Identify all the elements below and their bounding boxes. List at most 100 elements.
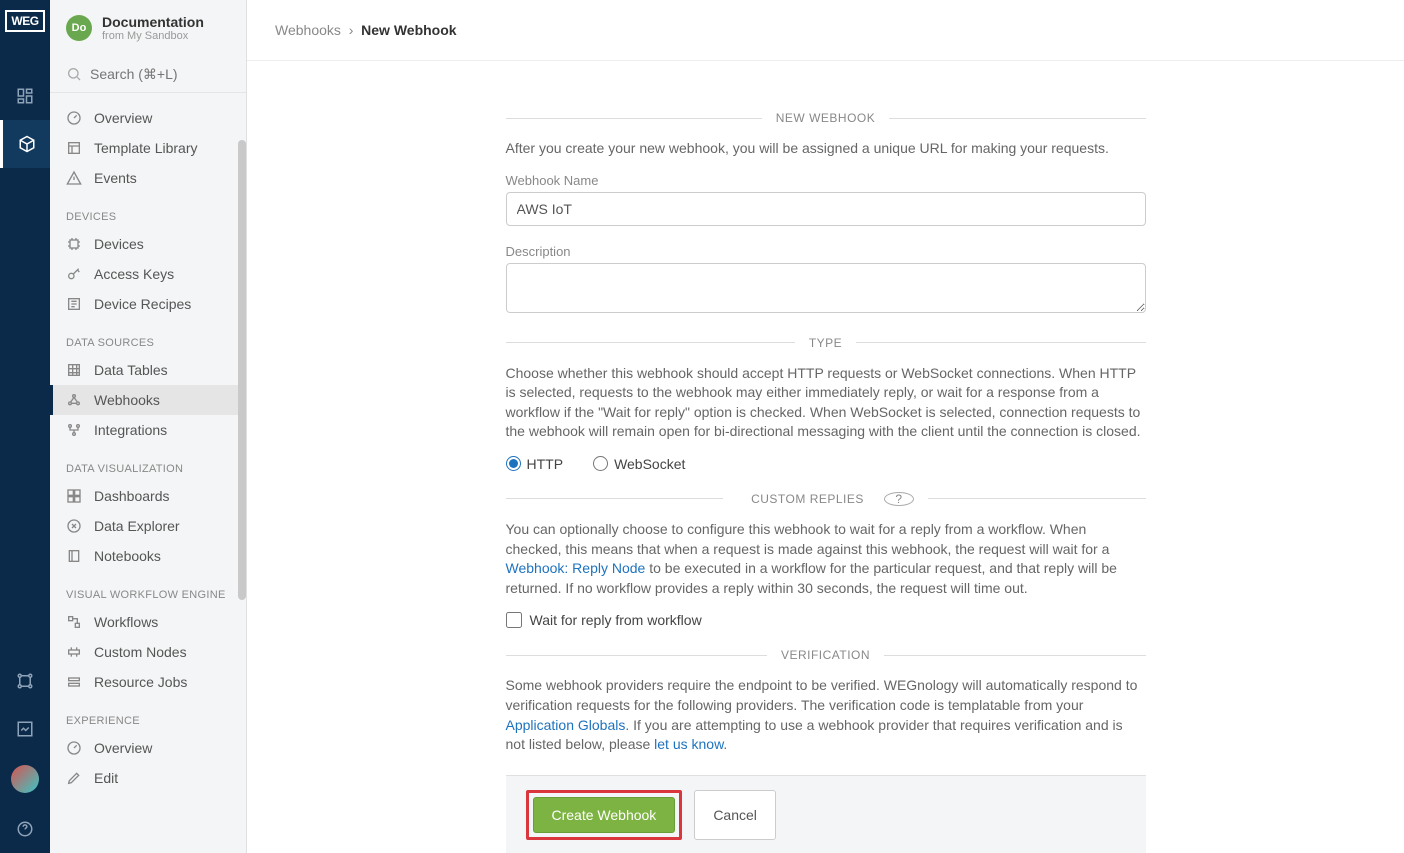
sidebar-item-label: Custom Nodes <box>94 644 187 660</box>
rail-dashboard-icon[interactable] <box>0 72 50 120</box>
sidebar-item-label: Dashboards <box>94 488 170 504</box>
sidebar-header: Do Documentation from My Sandbox <box>50 0 246 56</box>
sidebar-item-resource-jobs[interactable]: Resource Jobs <box>50 667 246 697</box>
app-globals-link[interactable]: Application Globals <box>506 717 626 733</box>
section-workflow: VISUAL WORKFLOW ENGINE <box>50 571 246 607</box>
sidebar-item-dashboards[interactable]: Dashboards <box>50 481 246 511</box>
sidebar-item-label: Overview <box>94 110 152 126</box>
sidebar-item-exp-overview[interactable]: Overview <box>50 733 246 763</box>
jobs-icon <box>66 674 84 690</box>
sidebar-item-workflows[interactable]: Workflows <box>50 607 246 637</box>
sidebar-item-data-tables[interactable]: Data Tables <box>50 355 246 385</box>
chip-icon <box>66 236 84 252</box>
reply-node-link[interactable]: Webhook: Reply Node <box>506 560 646 576</box>
breadcrumb-sep: › <box>349 22 354 38</box>
help-icon[interactable]: ? <box>884 492 914 506</box>
section-experience: EXPERIENCE <box>50 697 246 733</box>
sidebar-item-label: Template Library <box>94 140 198 156</box>
create-webhook-button[interactable]: Create Webhook <box>533 797 676 833</box>
sidebar-item-device-recipes[interactable]: Device Recipes <box>50 289 246 319</box>
search-input[interactable] <box>90 66 230 82</box>
rail-cube-icon[interactable] <box>0 120 50 168</box>
node-icon <box>66 644 84 660</box>
description-textarea[interactable] <box>506 263 1146 313</box>
sidebar-item-template-library[interactable]: Template Library <box>50 133 246 163</box>
custom-replies-desc: You can optionally choose to configure t… <box>506 520 1146 598</box>
rail-chart-icon[interactable] <box>0 705 50 753</box>
rail-user-avatar[interactable] <box>11 765 39 793</box>
sidebar-item-access-keys[interactable]: Access Keys <box>50 259 246 289</box>
rail-workflow-icon[interactable] <box>0 657 50 705</box>
section-data-viz: DATA VISUALIZATION <box>50 445 246 481</box>
warning-icon <box>66 170 84 186</box>
sidebar-item-webhooks[interactable]: Webhooks <box>50 385 246 415</box>
sidebar-item-label: Access Keys <box>94 266 174 282</box>
template-icon <box>66 140 84 156</box>
webhook-name-input[interactable] <box>506 192 1146 226</box>
sidebar-item-events[interactable]: Events <box>50 163 246 193</box>
wait-reply-label: Wait for reply from workflow <box>530 612 702 628</box>
cancel-button[interactable]: Cancel <box>694 790 776 840</box>
dashboard-icon <box>66 488 84 504</box>
main-content: Webhooks › New Webhook NEW WEBHOOK After… <box>247 0 1404 853</box>
recipe-icon <box>66 296 84 312</box>
section-verification: VERIFICATION <box>506 648 1146 662</box>
sidebar-item-devices[interactable]: Devices <box>50 229 246 259</box>
brand-logo: WEG <box>5 10 44 32</box>
sidebar-scrollbar[interactable] <box>238 140 246 600</box>
sidebar-item-overview[interactable]: Overview <box>50 103 246 133</box>
gauge-icon <box>66 740 84 756</box>
radio-http-input[interactable] <box>506 456 521 471</box>
sidebar-item-label: Workflows <box>94 614 158 630</box>
rail-help-icon[interactable] <box>0 805 50 853</box>
edit-icon <box>66 770 84 786</box>
app-title: Documentation <box>102 14 204 30</box>
let-us-know-link[interactable]: let us know <box>654 736 723 752</box>
app-subtitle: from My Sandbox <box>102 30 204 42</box>
webhook-icon <box>66 392 84 408</box>
sidebar-item-label: Notebooks <box>94 548 161 564</box>
radio-websocket-label: WebSocket <box>614 456 685 472</box>
sidebar-nav: Overview Template Library Events DEVICES… <box>50 93 246 853</box>
sidebar-item-custom-nodes[interactable]: Custom Nodes <box>50 637 246 667</box>
radio-websocket-input[interactable] <box>593 456 608 471</box>
sidebar-item-data-explorer[interactable]: Data Explorer <box>50 511 246 541</box>
sidebar-item-integrations[interactable]: Integrations <box>50 415 246 445</box>
sidebar-item-notebooks[interactable]: Notebooks <box>50 541 246 571</box>
sidebar: Do Documentation from My Sandbox Overvie… <box>50 0 247 853</box>
section-custom-replies: CUSTOM REPLIES? <box>506 492 1146 506</box>
radio-http[interactable]: HTTP <box>506 456 564 472</box>
section-type: TYPE <box>506 336 1146 350</box>
section-devices: DEVICES <box>50 193 246 229</box>
section-data-sources: DATA SOURCES <box>50 319 246 355</box>
breadcrumb-current: New Webhook <box>361 22 456 38</box>
app-avatar: Do <box>66 15 92 41</box>
breadcrumb-parent[interactable]: Webhooks <box>275 22 341 38</box>
sidebar-item-label: Events <box>94 170 137 186</box>
footer-bar: Create Webhook Cancel <box>506 775 1146 853</box>
gauge-icon <box>66 110 84 126</box>
radio-http-label: HTTP <box>527 456 564 472</box>
radio-websocket[interactable]: WebSocket <box>593 456 685 472</box>
sidebar-item-label: Overview <box>94 740 152 756</box>
search-box[interactable] <box>50 56 246 93</box>
sidebar-item-label: Edit <box>94 770 118 786</box>
flow-icon <box>66 614 84 630</box>
section-new-webhook: NEW WEBHOOK <box>506 111 1146 125</box>
notebook-icon <box>66 548 84 564</box>
sidebar-item-label: Integrations <box>94 422 167 438</box>
type-desc: Choose whether this webhook should accep… <box>506 364 1146 442</box>
wait-reply-checkbox[interactable] <box>506 612 522 628</box>
sidebar-item-exp-edit[interactable]: Edit <box>50 763 246 793</box>
table-icon <box>66 362 84 378</box>
create-button-highlight: Create Webhook <box>526 790 683 840</box>
description-label: Description <box>506 244 1146 259</box>
sidebar-item-label: Device Recipes <box>94 296 191 312</box>
sidebar-item-label: Devices <box>94 236 144 252</box>
sidebar-item-label: Resource Jobs <box>94 674 187 690</box>
compass-icon <box>66 518 84 534</box>
integrations-icon <box>66 422 84 438</box>
sidebar-item-label: Data Tables <box>94 362 168 378</box>
new-webhook-desc: After you create your new webhook, you w… <box>506 139 1146 159</box>
key-icon <box>66 266 84 282</box>
